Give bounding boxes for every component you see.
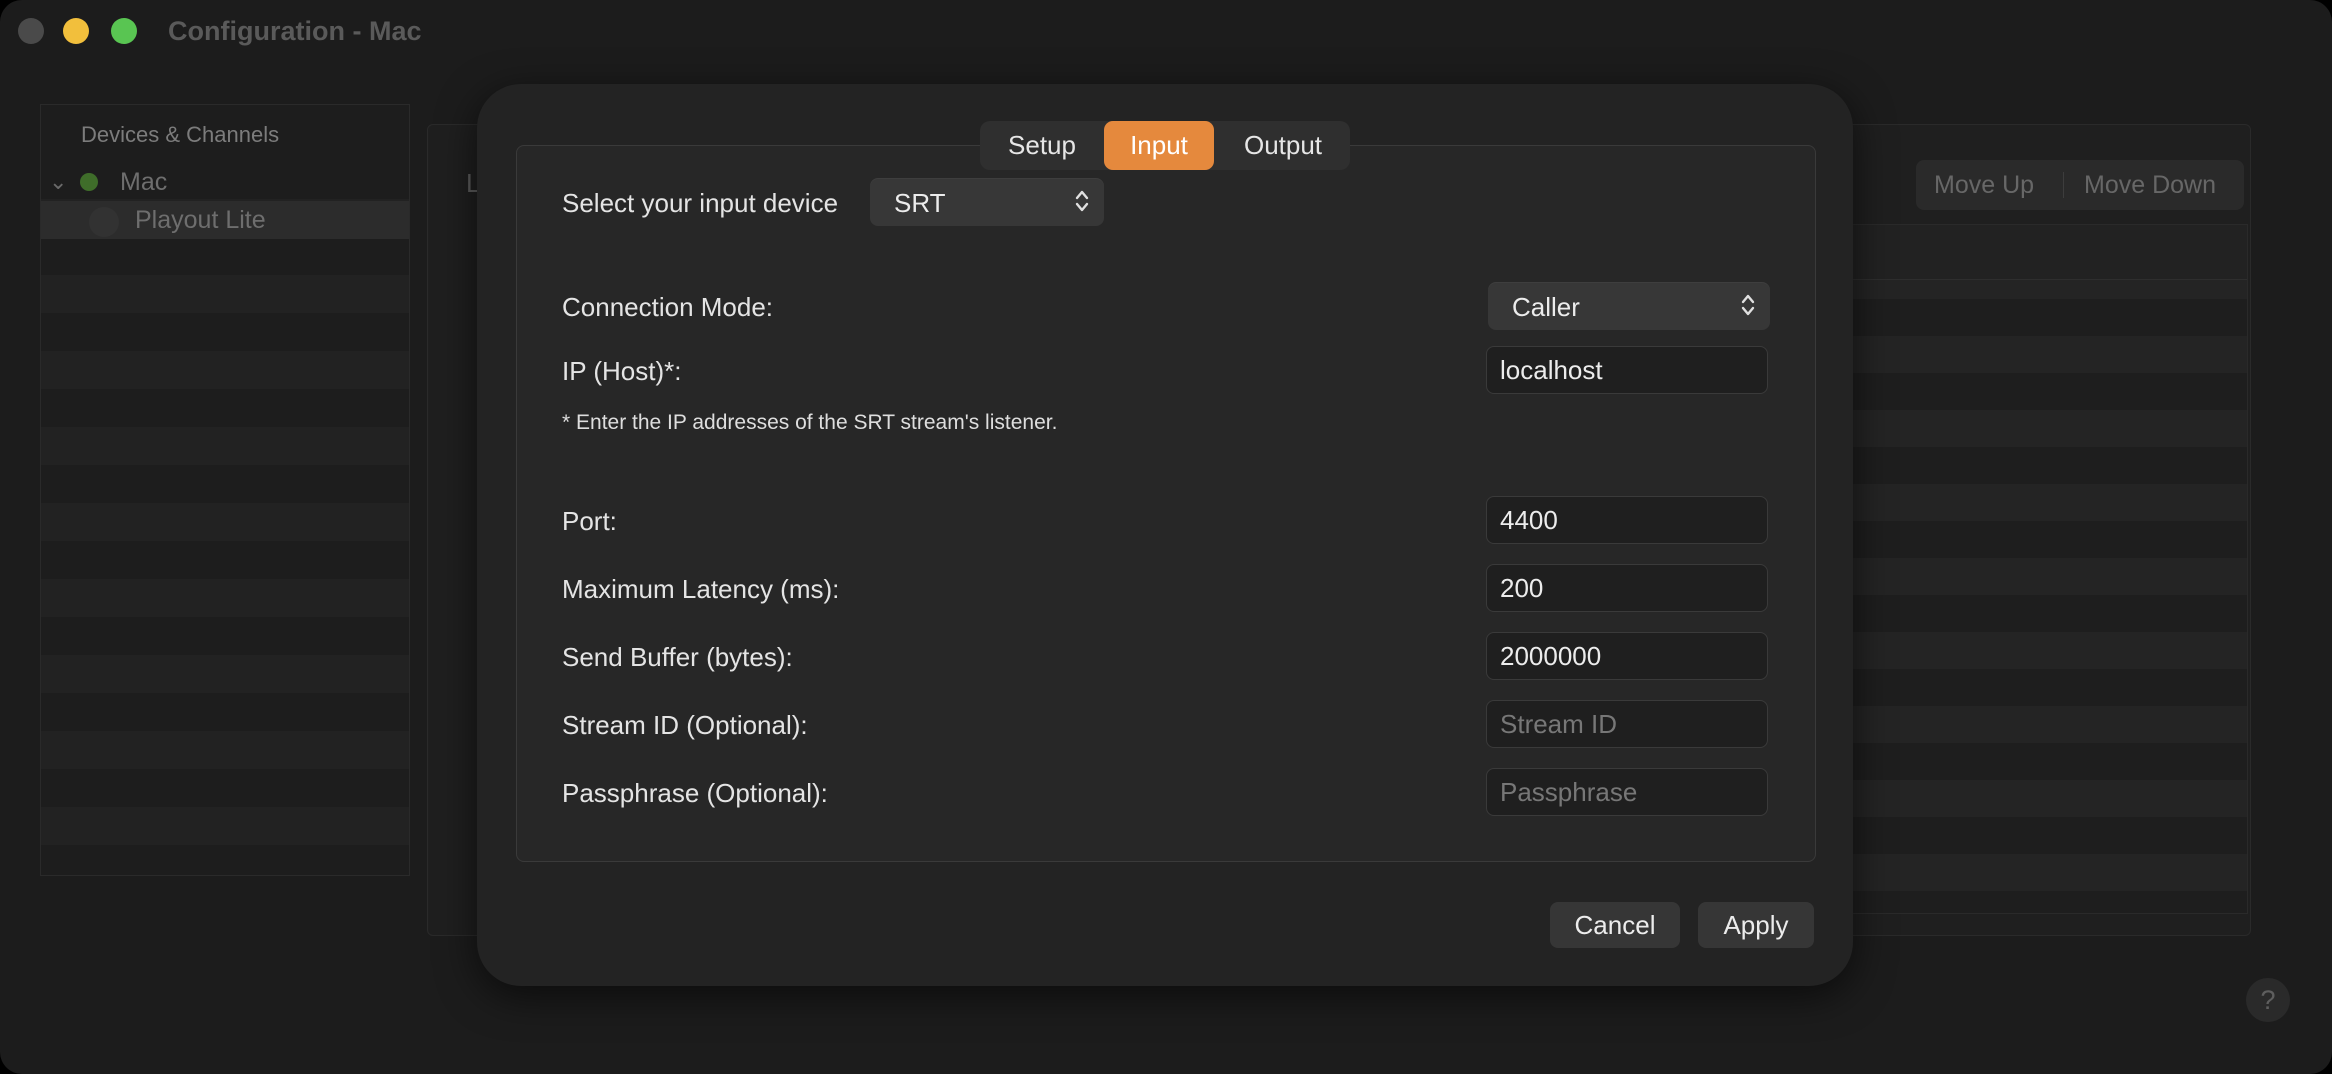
sidebar-item-label: Playout Lite bbox=[135, 206, 266, 234]
input-device-value: SRT bbox=[894, 188, 946, 218]
window-title: Configuration - Mac bbox=[168, 16, 422, 46]
move-up-button[interactable]: Move Up bbox=[1934, 171, 2034, 200]
max-latency-label: Maximum Latency (ms): bbox=[562, 574, 840, 604]
passphrase-label: Passphrase (Optional): bbox=[562, 778, 828, 808]
divider bbox=[2063, 172, 2064, 198]
apply-button[interactable]: Apply bbox=[1698, 902, 1814, 948]
help-button[interactable]: ? bbox=[2246, 978, 2290, 1022]
connection-mode-value: Caller bbox=[1512, 292, 1580, 322]
move-down-button[interactable]: Move Down bbox=[2084, 171, 2216, 200]
devices-sidebar: Devices & Channels ⌄ Mac Playout Lite bbox=[40, 104, 410, 876]
ip-host-field[interactable] bbox=[1486, 346, 1768, 394]
up-down-chevron-icon bbox=[1741, 294, 1755, 316]
connection-mode-select[interactable]: Caller bbox=[1488, 282, 1770, 330]
input-device-label: Select your input device bbox=[562, 188, 839, 218]
close-window-button[interactable] bbox=[18, 18, 44, 44]
connection-mode-label: Connection Mode: bbox=[562, 292, 774, 322]
ip-host-label: IP (Host)*: bbox=[562, 356, 682, 386]
stream-id-label: Stream ID (Optional): bbox=[562, 710, 808, 740]
port-field[interactable] bbox=[1486, 496, 1768, 544]
channel-icon bbox=[89, 207, 119, 237]
sidebar-list-background bbox=[41, 161, 409, 875]
maximize-window-button[interactable] bbox=[111, 18, 137, 44]
ip-note: * Enter the IP addresses of the SRT stre… bbox=[562, 411, 1058, 434]
tab-setup[interactable]: Setup bbox=[984, 121, 1100, 170]
max-latency-field[interactable] bbox=[1486, 564, 1768, 612]
chevron-down-icon[interactable]: ⌄ bbox=[49, 169, 67, 195]
sidebar-header: Devices & Channels bbox=[41, 105, 409, 162]
tab-output[interactable]: Output bbox=[1218, 121, 1348, 170]
send-buffer-label: Send Buffer (bytes): bbox=[562, 642, 793, 672]
app-window: Configuration - Mac Devices & Channels ⌄… bbox=[0, 0, 2332, 1074]
passphrase-field[interactable] bbox=[1486, 768, 1768, 816]
up-down-chevron-icon bbox=[1075, 190, 1089, 212]
channel-table bbox=[1836, 224, 2248, 914]
minimize-window-button[interactable] bbox=[63, 18, 89, 44]
table-header bbox=[1837, 225, 2247, 280]
status-dot-icon bbox=[80, 173, 98, 191]
send-buffer-field[interactable] bbox=[1486, 632, 1768, 680]
tab-bar: Setup Input Output bbox=[980, 121, 1350, 170]
input-device-select[interactable]: SRT bbox=[870, 178, 1104, 226]
stream-id-field[interactable] bbox=[1486, 700, 1768, 748]
cancel-button[interactable]: Cancel bbox=[1550, 902, 1680, 948]
title-bar: Configuration - Mac bbox=[0, 0, 2332, 64]
sidebar-item-mac[interactable]: ⌄ Mac bbox=[41, 163, 409, 201]
sidebar-item-label: Mac bbox=[120, 168, 168, 196]
port-label: Port: bbox=[562, 506, 617, 536]
tab-input[interactable]: Input bbox=[1104, 121, 1214, 170]
sidebar-item-playout-lite[interactable]: Playout Lite bbox=[41, 201, 409, 239]
move-button-group: Move Up Move Down bbox=[1916, 160, 2244, 210]
sidebar-header-label: Devices & Channels bbox=[81, 122, 280, 147]
